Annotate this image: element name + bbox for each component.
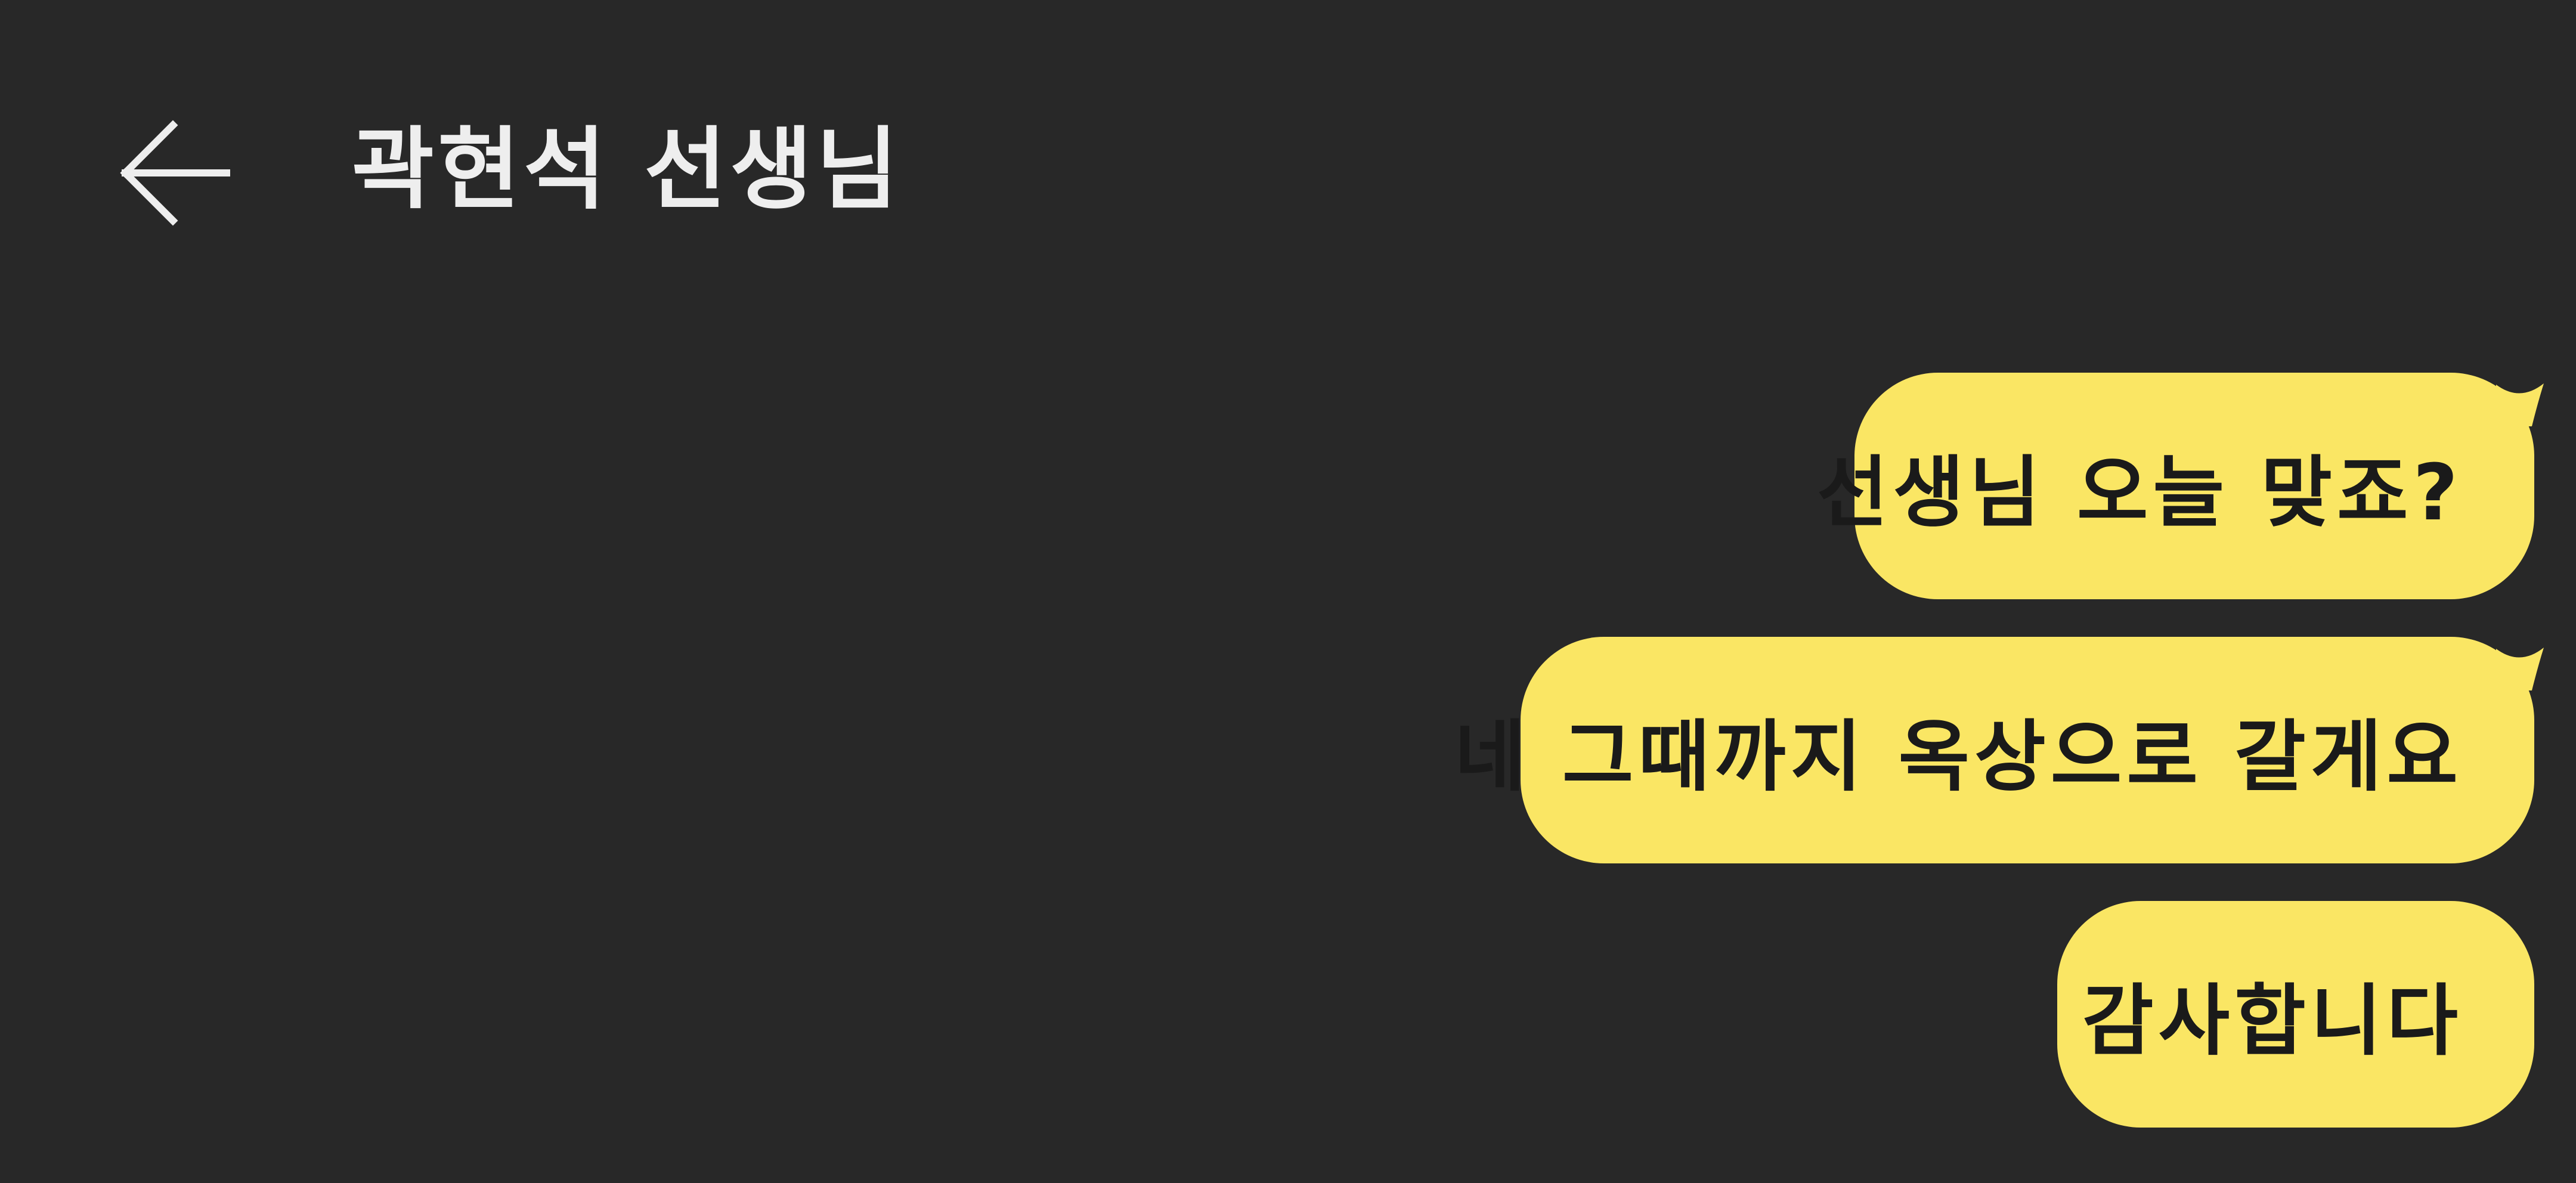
- message-text: 선생님 오늘 맞죠?: [1816, 447, 2463, 538]
- message-text: 감사합니다: [2082, 975, 2463, 1066]
- chat-title: 곽현석 선생님: [352, 118, 902, 222]
- message-list: 선생님 오늘 맞죠? 네 그때까지 옥상으로 갈게요 감사합니다: [162, 373, 2547, 1128]
- back-button[interactable]: [113, 113, 239, 233]
- sent-message-bubble[interactable]: 감사합니다: [2057, 901, 2534, 1128]
- arrow-left-icon: [120, 120, 230, 226]
- message-text: 네 그때까지 옥상으로 갈게요: [1454, 711, 2463, 802]
- message-row: 네 그때까지 옥상으로 갈게요: [162, 637, 2547, 863]
- message-row: 감사합니다: [162, 901, 2547, 1128]
- sent-message-bubble[interactable]: 선생님 오늘 맞죠?: [1817, 373, 2534, 599]
- chat-header: 곽현석 선생님: [0, 0, 2576, 334]
- bubble-tail-icon: [2496, 379, 2550, 426]
- message-row: 선생님 오늘 맞죠?: [162, 373, 2547, 599]
- sent-message-bubble[interactable]: 네 그때까지 옥상으로 갈게요: [1454, 637, 2534, 863]
- bubble-tail-icon: [2496, 643, 2550, 690]
